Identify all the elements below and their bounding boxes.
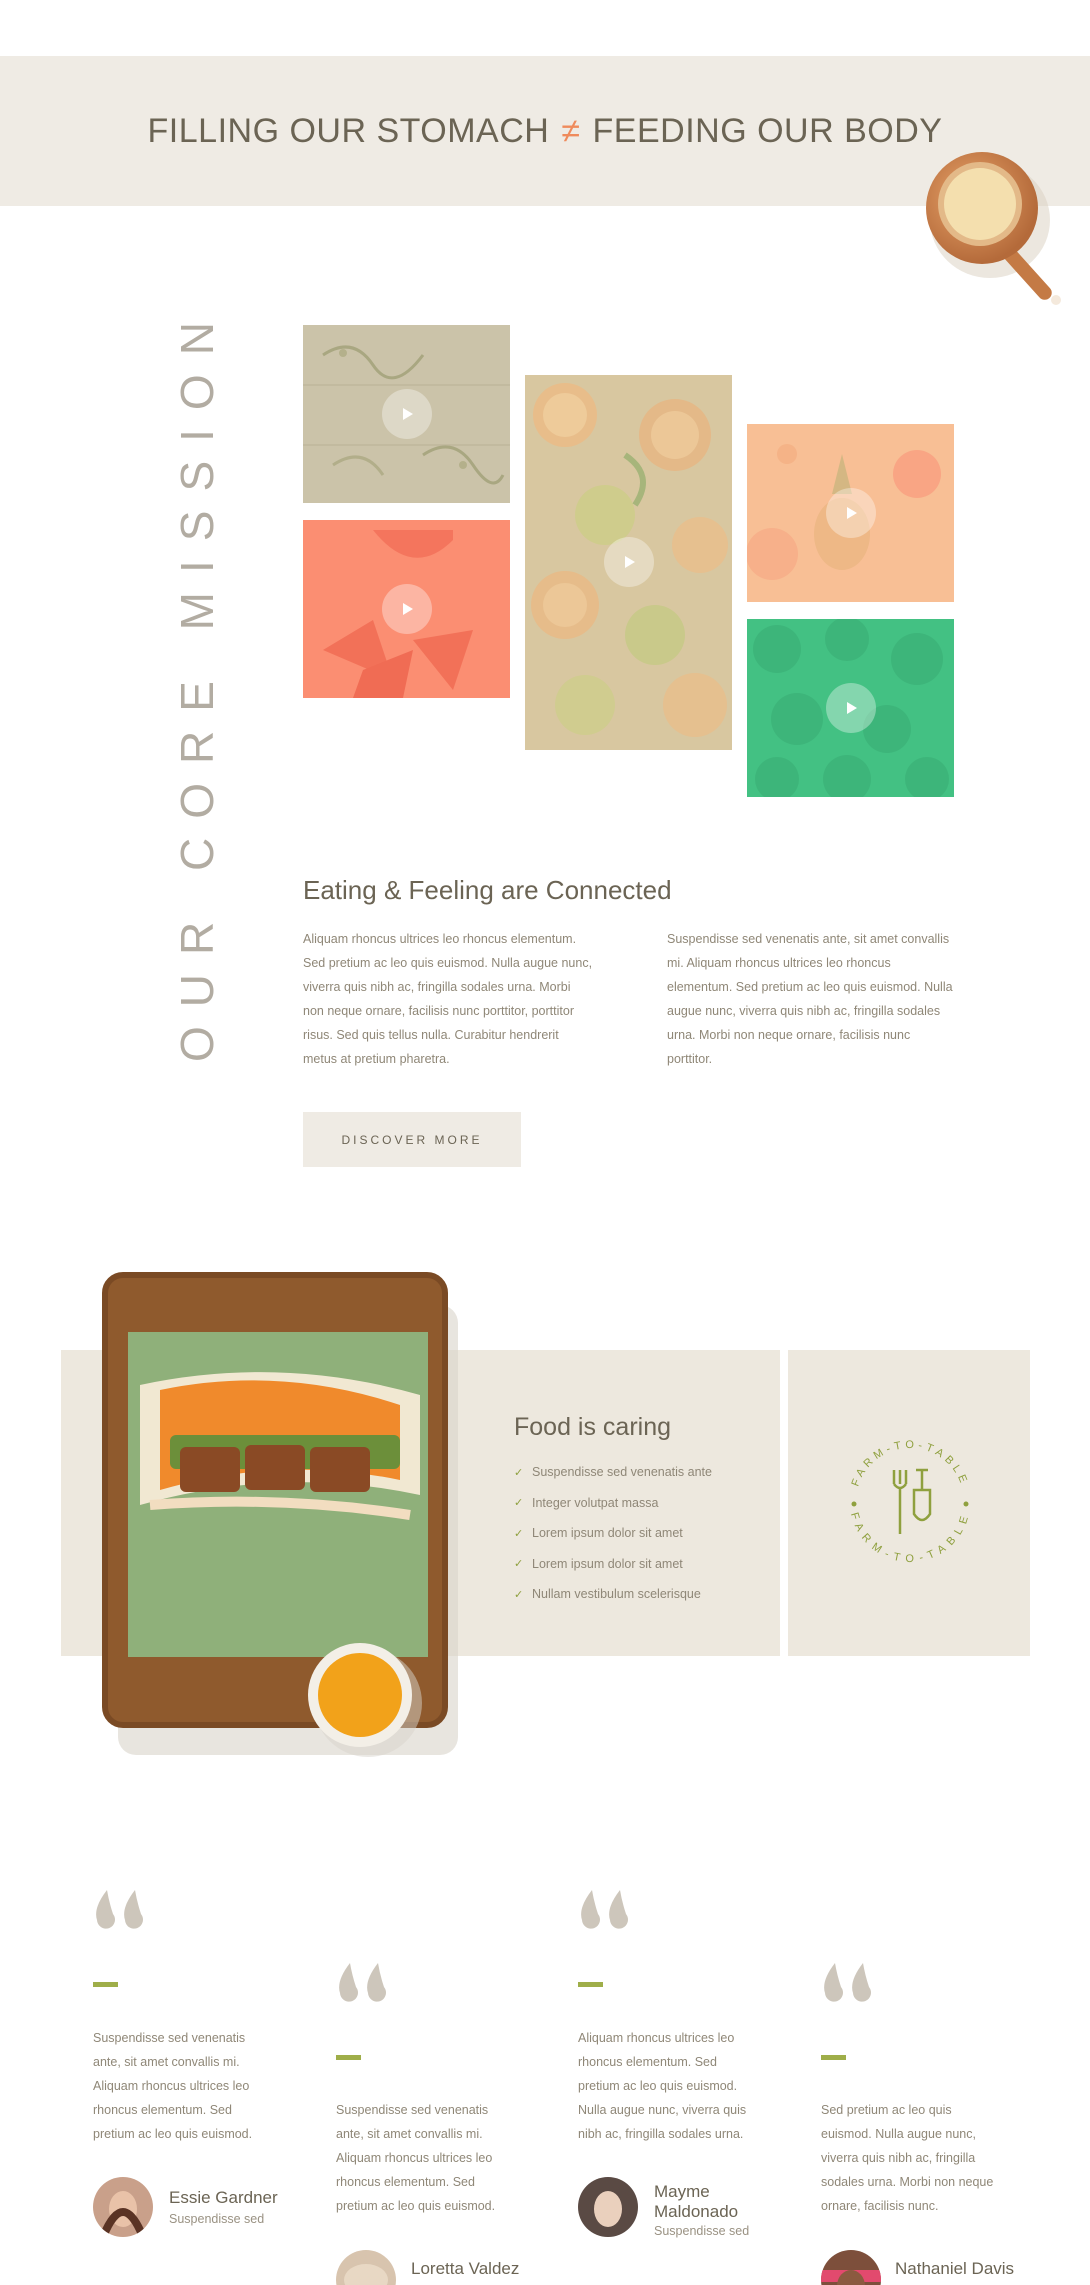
play-icon	[403, 408, 413, 420]
testimonial-quote: Suspendisse sed venenatis ante, sit amet…	[93, 2031, 253, 2141]
accent-dash	[93, 1982, 118, 1987]
checklist-item: ✓ Suspendisse sed venenatis ante	[514, 1465, 712, 1480]
play-button[interactable]	[604, 537, 654, 587]
accent-dash	[336, 2055, 361, 2060]
saucepan-image	[926, 152, 1061, 305]
play-button[interactable]	[826, 488, 876, 538]
svg-text:FARM-TO-TABLE: FARM-TO-TABLE	[850, 1439, 971, 1488]
not-equal-symbol: ≠	[561, 111, 581, 150]
svg-text:FARM-TO-TABLE: FARM-TO-TABLE	[848, 1511, 972, 1565]
testimonial-quote: Suspendisse sed venenatis ante, sit amet…	[336, 2103, 496, 2213]
testimonial-role: Suspendisse sed	[654, 2224, 750, 2238]
video-tile-herbs[interactable]	[303, 325, 510, 503]
testimonial-role: Suspendisse sed	[169, 2212, 265, 2226]
check-icon: ✓	[514, 1466, 524, 1479]
avatar	[821, 2250, 881, 2285]
quote-icon	[581, 1890, 628, 1929]
accent-dash	[578, 1982, 603, 1987]
caring-checklist: ✓ Suspendisse sed venenatis ante ✓ Integer…	[514, 1457, 712, 1610]
checklist-item: ✓ Lorem ipsum dolor sit amet	[514, 1556, 683, 1571]
core-mission-heading: OUR CORE MISSION	[171, 303, 223, 1062]
mission-paragraph-right: Suspendisse sed venenatis ante, sit amet…	[667, 932, 953, 1066]
accent-dash	[821, 2055, 846, 2060]
play-icon	[403, 603, 413, 615]
mission-paragraph-left: Aliquam rhoncus ultrices leo rhoncus ele…	[303, 932, 593, 1066]
avatar	[578, 2177, 638, 2237]
avatar	[336, 2250, 396, 2285]
play-icon	[625, 556, 635, 568]
banner-title-left: FILLING OUR STOMACH	[147, 111, 550, 150]
checklist-item: ✓ Nullam vestibulum scelerisque	[514, 1587, 701, 1602]
testimonial-quote: Sed pretium ac leo quis euismod. Nulla a…	[821, 2103, 994, 2213]
check-icon: ✓	[514, 1558, 524, 1571]
testimonial-name: Nathaniel Davis	[895, 2259, 1015, 2278]
banner-title-right: FEEDING OUR BODY	[592, 111, 943, 150]
testimonial-quote: Aliquam rhoncus ultrices leo rhoncus ele…	[578, 2031, 747, 2141]
fork-shovel-icon	[892, 1468, 932, 1534]
check-icon: ✓	[514, 1497, 524, 1510]
quote-icon	[339, 1963, 386, 2002]
discover-more-button[interactable]: DISCOVER MORE	[303, 1112, 521, 1167]
play-icon	[847, 702, 857, 714]
check-icon: ✓	[514, 1588, 524, 1601]
play-icon	[847, 507, 857, 519]
check-icon: ✓	[514, 1527, 524, 1540]
checklist-item: ✓ Integer volutpat massa	[514, 1495, 659, 1510]
video-tile-citrus[interactable]	[525, 375, 732, 750]
play-button[interactable]	[382, 584, 432, 634]
video-tile-pineapple[interactable]	[747, 424, 954, 602]
mission-title: Eating & Feeling are Connected	[303, 875, 672, 905]
farm-to-table-badge: FARM-TO-TABLE FARM-TO-TABLE	[848, 1439, 972, 1565]
play-button[interactable]	[826, 683, 876, 733]
testimonial-name: Essie Gardner	[169, 2188, 278, 2207]
quote-icon	[824, 1963, 871, 2002]
testimonial-name: Loretta Valdez	[411, 2259, 520, 2278]
video-tile-watermelon[interactable]	[303, 520, 510, 698]
video-tile-limes[interactable]	[747, 619, 954, 797]
play-button[interactable]	[382, 389, 432, 439]
checklist-item: ✓ Lorem ipsum dolor sit amet	[514, 1526, 683, 1541]
wrap-image	[102, 1272, 458, 1757]
quote-icon	[96, 1890, 143, 1929]
testimonial-name: Mayme Maldonado	[654, 2182, 739, 2221]
caring-title: Food is caring	[514, 1413, 672, 1441]
avatar	[93, 2177, 153, 2237]
